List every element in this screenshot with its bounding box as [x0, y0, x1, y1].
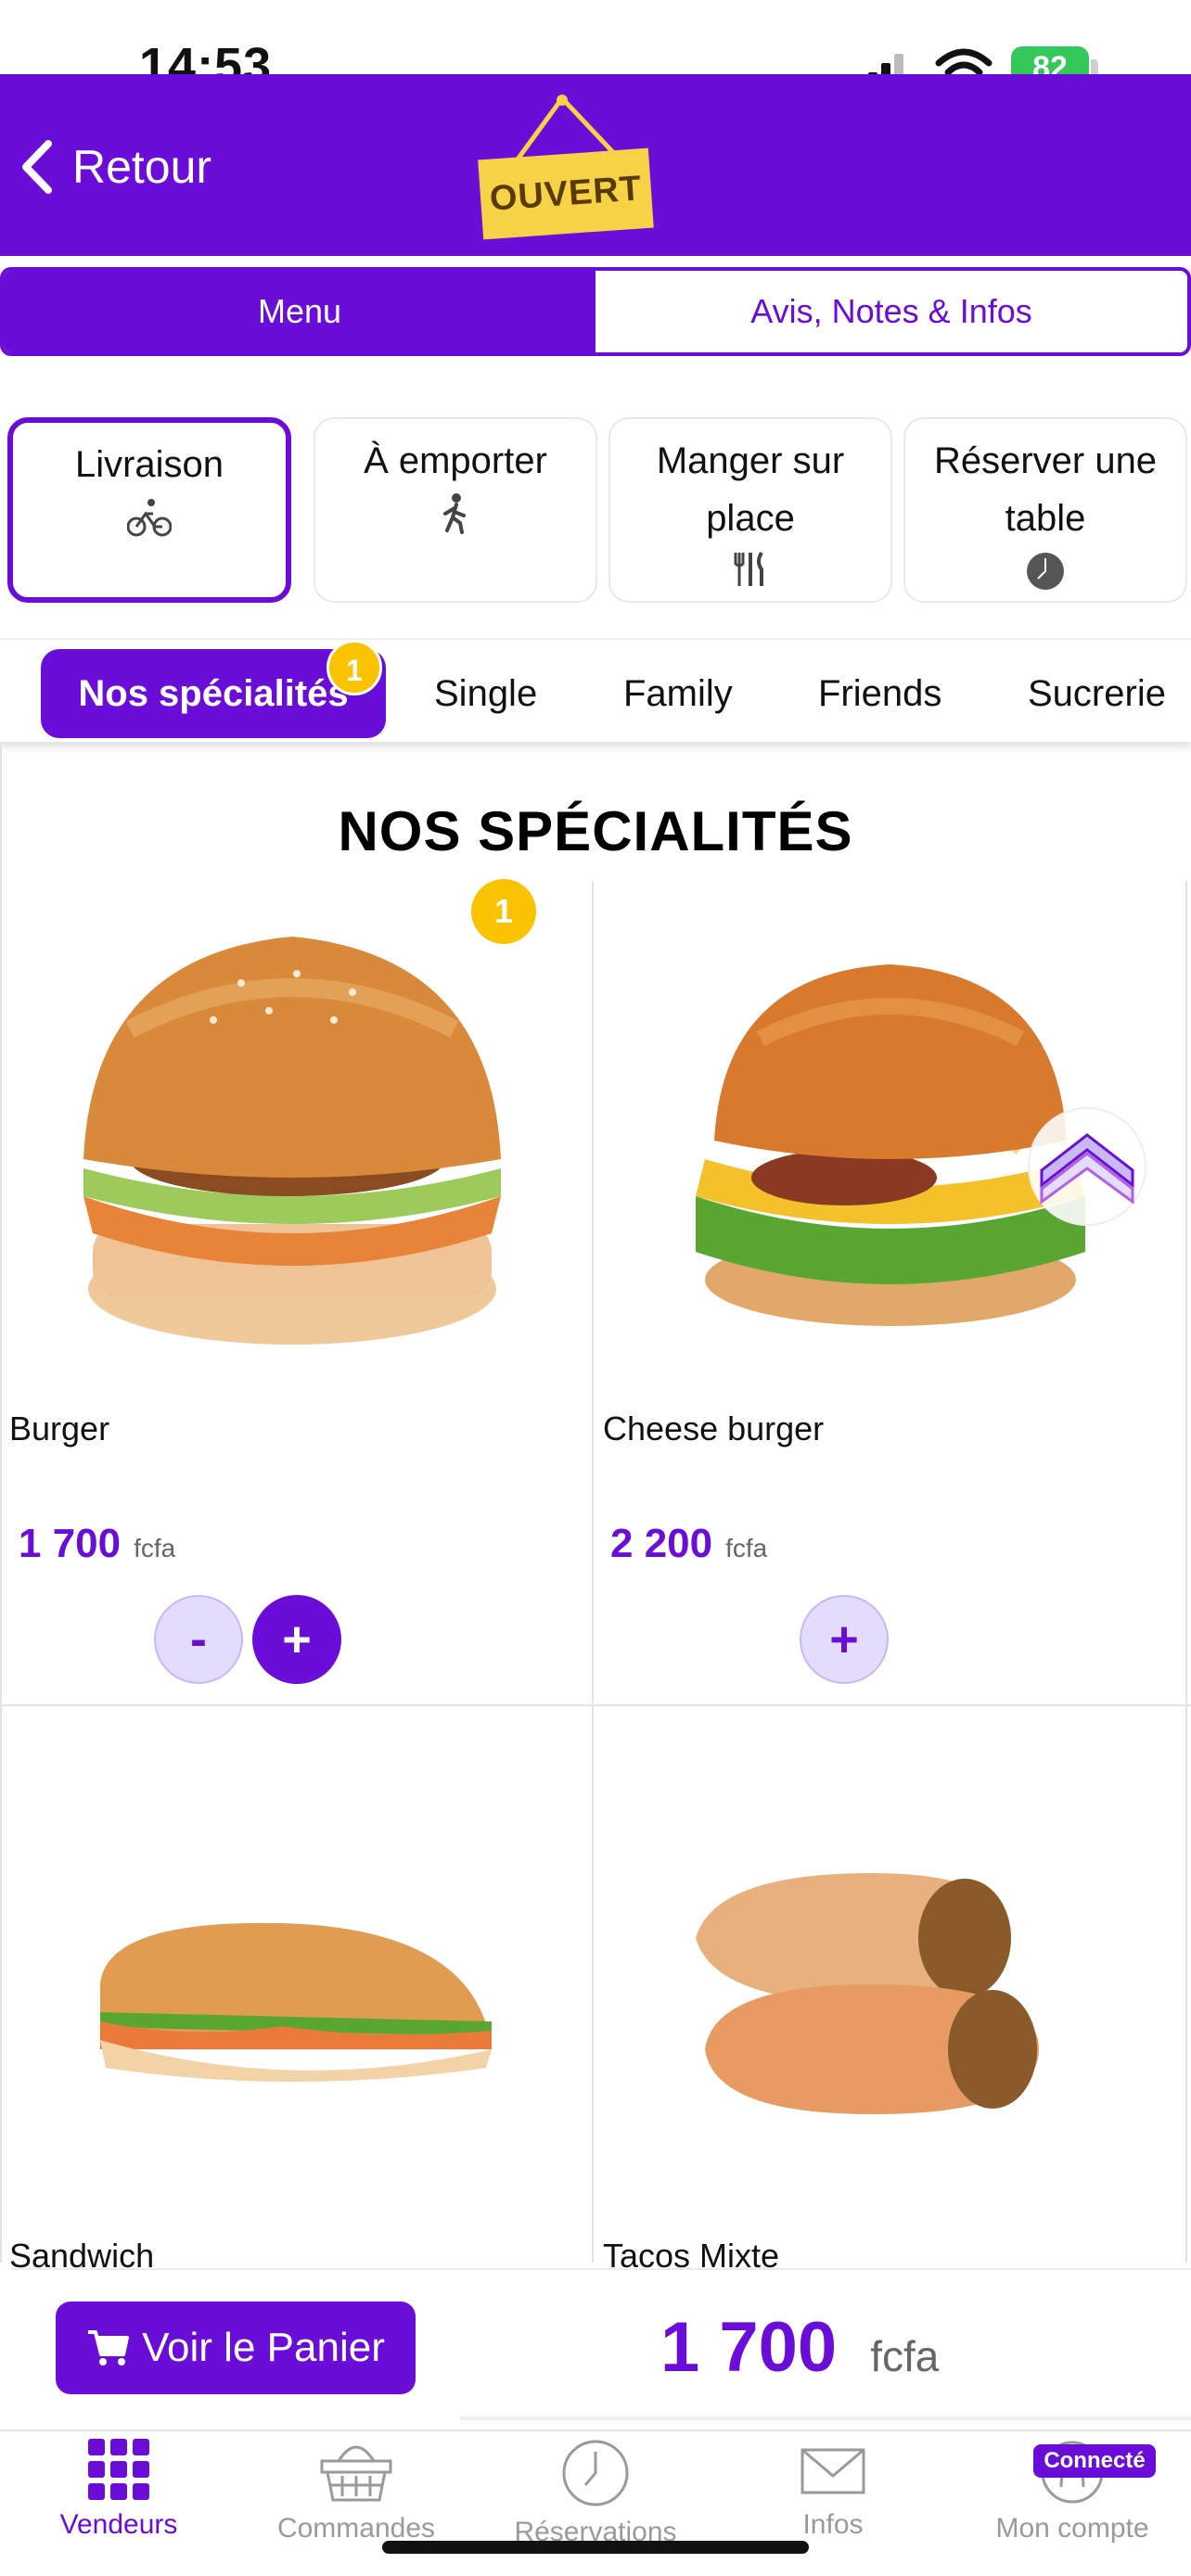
category-family[interactable]: Family: [623, 649, 733, 738]
bicycle-icon: [127, 499, 172, 537]
cart-total: 1 700 fcfa: [660, 2307, 939, 2391]
price-value: 2 200: [610, 1521, 713, 1566]
category-friends[interactable]: Friends: [818, 649, 941, 738]
category-count-badge: 1: [327, 640, 382, 695]
grid-icon: [88, 2439, 149, 2500]
segmented-tabs: Menu Avis, Notes & Infos: [0, 267, 1191, 356]
burger-image[interactable]: [56, 918, 529, 1363]
mode-delivery[interactable]: Livraison: [7, 417, 291, 603]
cart-total-currency: fcfa: [870, 2332, 940, 2380]
home-indicator: [382, 2541, 809, 2554]
nav-reservations[interactable]: Réservations: [477, 2439, 714, 2576]
product-name: Burger: [9, 1409, 110, 1447]
double-chevron-up-icon: [1040, 1133, 1134, 1204]
price-currency: fcfa: [134, 1534, 176, 1562]
cart-icon: [88, 2330, 130, 2366]
product-price: 2 200 fcfa: [610, 1521, 767, 1567]
category-sucrerie[interactable]: Sucrerie: [1028, 649, 1191, 738]
mode-label: À emporter: [364, 440, 547, 481]
connected-badge: Connecté: [1033, 2444, 1156, 2478]
clock-icon: [1027, 553, 1064, 590]
scroll-top-button[interactable]: [1028, 1107, 1146, 1226]
sandwich-image[interactable]: [96, 1910, 495, 2086]
mode-dine-in[interactable]: Manger sur place: [608, 417, 892, 603]
decrease-quantity-button[interactable]: -: [154, 1595, 243, 1684]
open-status-sign: OUVERT: [478, 147, 654, 240]
tab-reviews-info[interactable]: Avis, Notes & Infos: [596, 271, 1187, 352]
mail-icon: [800, 2448, 865, 2494]
divider: [460, 2417, 1191, 2420]
back-label: Retour: [72, 141, 212, 193]
nav-label: Commandes: [276, 2513, 436, 2544]
nav-vendeurs[interactable]: Vendeurs: [0, 2439, 237, 2576]
back-button[interactable]: Retour: [19, 130, 211, 204]
view-cart-button[interactable]: Voir le Panier: [56, 2302, 416, 2394]
tacos-image[interactable]: [686, 1864, 1048, 2133]
nav-label: Vendeurs: [59, 2509, 178, 2540]
mode-label: Livraison: [74, 444, 224, 485]
clock-icon: [562, 2440, 629, 2506]
basket-icon: [320, 2445, 392, 2502]
cart-total-value: 1 700: [660, 2308, 838, 2387]
nav-label: Infos: [802, 2509, 864, 2540]
mode-takeaway[interactable]: À emporter: [314, 417, 597, 603]
mode-label-line2: place: [706, 498, 795, 539]
mode-label: Manger sur: [656, 440, 845, 481]
section-title: NOS SPÉCIALITÉS: [338, 800, 853, 862]
cutlery-icon: [734, 551, 763, 586]
category-single[interactable]: Single: [434, 649, 537, 738]
mode-label: Réserver une: [933, 440, 1158, 481]
nav-infos[interactable]: Infos: [714, 2439, 952, 2576]
chevron-left-icon: [22, 140, 52, 194]
mode-reserve-table[interactable]: Réserver une table: [903, 417, 1187, 603]
price-currency: fcfa: [725, 1534, 768, 1562]
view-cart-label: Voir le Panier: [142, 2325, 385, 2370]
product-price: 1 700 fcfa: [19, 1521, 175, 1567]
item-quantity-badge: 1: [471, 879, 536, 944]
walking-icon: [443, 493, 466, 534]
increase-quantity-button[interactable]: +: [252, 1595, 341, 1684]
add-to-cart-button[interactable]: +: [800, 1595, 889, 1684]
nav-commandes[interactable]: Commandes: [237, 2439, 475, 2576]
mode-label-line2: table: [1005, 498, 1086, 539]
price-value: 1 700: [19, 1521, 122, 1566]
product-name: Cheese burger: [603, 1409, 825, 1447]
tab-menu[interactable]: Menu: [4, 271, 596, 352]
nav-label: Mon compte: [995, 2513, 1149, 2544]
